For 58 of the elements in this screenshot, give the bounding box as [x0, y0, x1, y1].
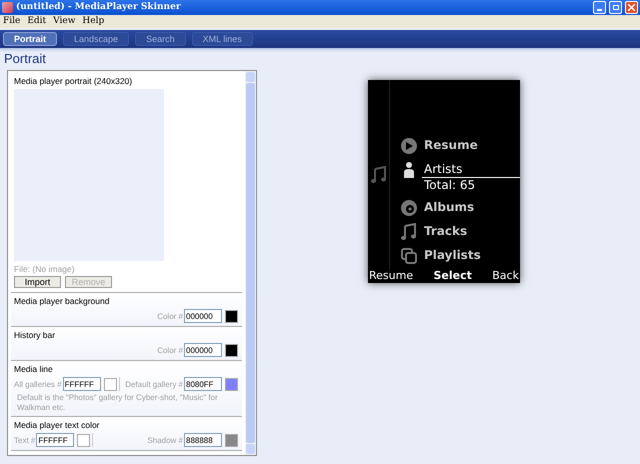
field-label: Color #: [157, 344, 183, 356]
section-title: History bar: [14, 330, 56, 341]
color-swatch[interactable]: [225, 434, 238, 446]
color-field[interactable]: FFFFFF: [62, 377, 101, 391]
music-note-icon: [400, 223, 418, 241]
app-icon: [2, 2, 13, 13]
menu-entry[interactable]: Artists: [424, 161, 520, 177]
section-title: Media player portrait (240x320): [14, 76, 134, 87]
color-swatch[interactable]: [225, 378, 238, 390]
section-title: Media player text color: [14, 420, 101, 431]
close-button[interactable]: [625, 1, 638, 14]
tab[interactable]: Portrait: [3, 32, 58, 46]
window-title: (untitled) - MediaPlayer Skinner: [16, 0, 181, 14]
menu-entry[interactable]: Tracks: [424, 223, 468, 239]
note-text: Default is the "Photos" gallery for Cyber-shot, "Music" for Walkman etc.: [16, 393, 219, 413]
close-icon: [628, 4, 635, 11]
restore-icon: [612, 5, 618, 10]
tab[interactable]: Search: [135, 32, 186, 46]
softkey-label[interactable]: Resume: [369, 268, 414, 284]
menu-entry[interactable]: Albums: [424, 199, 474, 215]
minimize-button[interactable]: [593, 1, 606, 14]
color-swatch[interactable]: [104, 378, 117, 390]
menu-item[interactable]: View: [53, 14, 76, 28]
button[interactable]: Import: [14, 276, 61, 288]
minimize-icon: [597, 9, 602, 11]
color-field[interactable]: 8080FF: [184, 377, 222, 391]
field-label: Color #: [157, 310, 183, 322]
softkey-label[interactable]: Back: [492, 268, 519, 284]
color-field[interactable]: FFFFFF: [36, 433, 74, 447]
stacked-squares-icon: [400, 247, 418, 265]
field-label: Text #: [14, 434, 36, 446]
section-title: Media line: [14, 364, 54, 375]
color-swatch[interactable]: [77, 434, 90, 446]
color-field[interactable]: 888888: [184, 433, 222, 447]
color-swatch[interactable]: [225, 310, 238, 322]
menu-entry[interactable]: Resume: [424, 137, 478, 153]
field-label: Shadow #: [147, 434, 183, 446]
color-swatch[interactable]: [225, 344, 238, 356]
menu-item[interactable]: Help: [82, 14, 104, 28]
restore-button[interactable]: [609, 1, 622, 14]
scrollbar[interactable]: [245, 71, 256, 455]
color-field[interactable]: 000000: [184, 343, 222, 357]
softkey-label[interactable]: Select: [433, 268, 472, 284]
tab[interactable]: XML lines: [192, 32, 253, 46]
section-title: Media player background: [14, 296, 110, 307]
menu-item[interactable]: File: [3, 14, 20, 28]
field-label: All galleries #: [14, 378, 62, 390]
play-icon: [400, 137, 418, 155]
menu-item[interactable]: Edit: [27, 14, 46, 28]
total-count: Total: 65: [424, 178, 476, 193]
menu-entry[interactable]: Playlists: [424, 247, 481, 263]
field-label: Default gallery #: [125, 378, 183, 390]
disc-icon: [400, 199, 418, 217]
file-label: File: (No image): [14, 264, 76, 275]
music-note-icon: [370, 166, 388, 184]
tab[interactable]: Landscape: [63, 32, 130, 46]
color-field[interactable]: 000000: [184, 309, 222, 323]
page-heading: Portrait: [3, 52, 47, 66]
